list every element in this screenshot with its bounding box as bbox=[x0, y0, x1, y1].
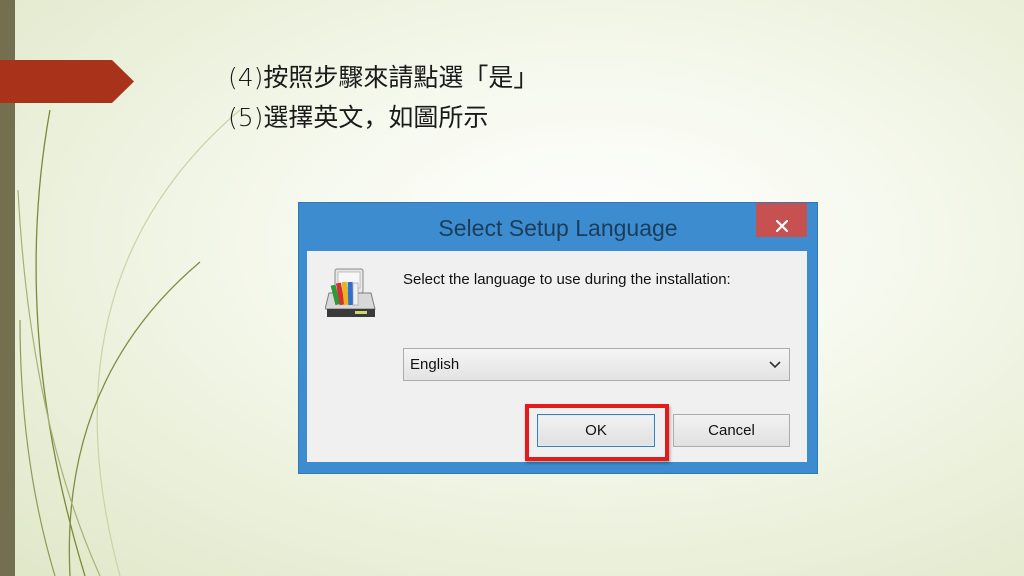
language-dropdown-value: English bbox=[410, 356, 460, 373]
instruction-line-1: (4)按照步驟來請點選「是」 bbox=[228, 63, 539, 92]
dialog-title: Select Setup Language bbox=[438, 215, 678, 241]
instruction-line-2: (5)選擇英文，如圖所示 bbox=[228, 103, 489, 132]
language-prompt: Select the language to use during the in… bbox=[403, 271, 731, 288]
setup-icon bbox=[325, 268, 376, 317]
title-arrow-tab bbox=[0, 60, 134, 103]
ok-button[interactable]: OK bbox=[537, 414, 655, 447]
language-dropdown[interactable]: English bbox=[403, 348, 790, 381]
setup-language-dialog: Select Setup Language Select the languag… bbox=[298, 202, 818, 474]
dialog-body: Select the language to use during the in… bbox=[307, 251, 807, 462]
close-button[interactable] bbox=[756, 203, 807, 237]
chevron-down-icon bbox=[769, 361, 781, 369]
dialog-titlebar[interactable]: Select Setup Language bbox=[299, 203, 817, 251]
cancel-button[interactable]: Cancel bbox=[673, 414, 790, 447]
close-icon bbox=[775, 219, 788, 232]
slide-instructions: (4)按照步驟來請點選「是」 (5)選擇英文，如圖所示 bbox=[228, 58, 538, 138]
